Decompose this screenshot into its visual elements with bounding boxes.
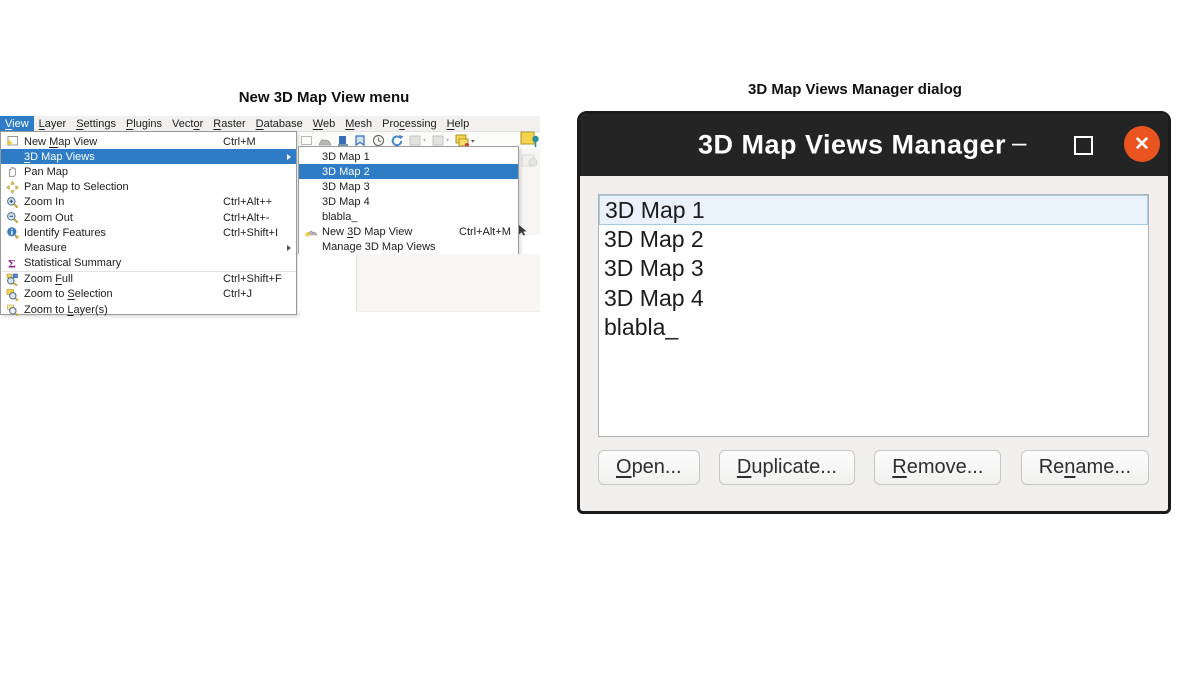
new-3d-map-toolbar-icon-disabled[interactable] <box>521 153 539 170</box>
menubar-item-settings[interactable]: Settings <box>71 116 121 131</box>
duplicate-button[interactable]: Duplicate... <box>719 450 855 485</box>
menu-item-zoom-out[interactable]: Zoom Out Ctrl+Alt+- <box>1 210 296 225</box>
svg-text:Σ: Σ <box>8 257 16 270</box>
dialog-titlebar[interactable]: 3D Map Views Manager – ✕ <box>580 114 1168 176</box>
maximize-button[interactable] <box>1074 136 1093 155</box>
3d-map-views-manager-dialog: 3D Map Views Manager – ✕ 3D Map 1 3D Map… <box>577 111 1171 514</box>
open-button[interactable]: Open... <box>598 450 700 485</box>
canvas-fragment <box>357 254 540 312</box>
blank-icon <box>4 150 21 163</box>
list-item-3d-map-4[interactable]: 3D Map 4 <box>599 284 1148 314</box>
zoom-in-icon <box>4 196 21 209</box>
blank-icon <box>302 195 319 208</box>
zoom-to-selection-icon <box>4 288 21 301</box>
menu-item-pan-map-to-selection[interactable]: Pan Map to Selection <box>1 180 296 195</box>
list-item-3d-map-1[interactable]: 3D Map 1 <box>599 195 1148 225</box>
list-item-3d-map-3[interactable]: 3D Map 3 <box>599 254 1148 284</box>
menu-item-zoom-to-layers[interactable]: Zoom to Layer(s) <box>1 302 296 317</box>
identify-features-icon <box>4 226 21 239</box>
menu-item-zoom-in[interactable]: Zoom In Ctrl+Alt++ <box>1 195 296 210</box>
menu-item-zoom-to-selection[interactable]: Zoom to Selection Ctrl+J <box>1 287 296 302</box>
menubar-item-raster[interactable]: Raster <box>208 116 250 131</box>
menu-item-3d-map-views[interactable]: 3D Map Views <box>1 149 296 164</box>
close-button[interactable]: ✕ <box>1124 126 1160 162</box>
mouse-cursor-icon <box>519 224 529 242</box>
menu-item-pan-map[interactable]: Pan Map <box>1 164 296 179</box>
3d-map-views-submenu: 3D Map 1 3D Map 2 3D Map 3 3D Map 4 blab… <box>298 146 519 256</box>
menubar-item-processing[interactable]: Processing <box>377 116 441 131</box>
submenu-item-3d-map-2[interactable]: 3D Map 2 <box>299 164 518 179</box>
new-map-view-icon <box>4 135 21 148</box>
menu-item-new-map-view[interactable]: New Map View Ctrl+M <box>1 134 296 149</box>
zoom-out-icon <box>4 211 21 224</box>
zoom-full-icon <box>4 273 21 286</box>
layer-pin-toolbar-icon[interactable] <box>520 130 540 149</box>
submenu-arrow-icon <box>287 245 291 251</box>
menu-screenshot-caption: New 3D Map View menu <box>24 89 624 106</box>
blank-icon <box>302 165 319 178</box>
sigma-icon: Σ <box>4 257 21 270</box>
submenu-item-3d-map-4[interactable]: 3D Map 4 <box>299 194 518 209</box>
list-item-3d-map-2[interactable]: 3D Map 2 <box>599 225 1148 255</box>
new-3d-map-view-icon <box>302 226 319 239</box>
dialog-title: 3D Map Views Manager <box>698 130 1006 161</box>
blank-icon <box>302 241 319 254</box>
menubar-item-vector[interactable]: Vector <box>167 116 208 131</box>
submenu-item-new-3d-map-view[interactable]: New 3D Map View Ctrl+Alt+M <box>299 224 518 239</box>
menu-item-measure[interactable]: Measure <box>1 240 296 255</box>
dialog-button-row: Open... Duplicate... Remove... Rename... <box>598 450 1149 485</box>
blank-icon <box>4 241 21 254</box>
pan-to-selection-icon <box>4 181 21 194</box>
minimize-button[interactable]: – <box>1012 114 1026 176</box>
map-views-list[interactable]: 3D Map 1 3D Map 2 3D Map 3 3D Map 4 blab… <box>598 194 1149 437</box>
blank-icon <box>302 180 319 193</box>
zoom-to-layer-icon <box>4 303 21 316</box>
blank-icon <box>302 150 319 163</box>
menubar-item-plugins[interactable]: Plugins <box>121 116 167 131</box>
dialog-screenshot-caption: 3D Map Views Manager dialog <box>555 81 1155 98</box>
menubar-item-view[interactable]: View <box>0 116 34 131</box>
menubar-item-help[interactable]: Help <box>442 116 475 131</box>
menu-item-identify-features[interactable]: Identify Features Ctrl+Shift+I <box>1 225 296 240</box>
submenu-item-manage-3d-map-views[interactable]: Manage 3D Map Views <box>299 240 518 255</box>
view-dropdown-menu: New Map View Ctrl+M 3D Map Views Pan Map… <box>0 131 297 315</box>
list-item-blabla[interactable]: blabla_ <box>599 313 1148 343</box>
close-icon: ✕ <box>1134 133 1150 156</box>
submenu-item-3d-map-1[interactable]: 3D Map 1 <box>299 149 518 164</box>
dialog-body: 3D Map 1 3D Map 2 3D Map 3 3D Map 4 blab… <box>580 176 1168 485</box>
menu-item-zoom-full[interactable]: Zoom Full Ctrl+Shift+F <box>1 271 296 287</box>
menubar-item-mesh[interactable]: Mesh <box>340 116 377 131</box>
rename-button[interactable]: Rename... <box>1021 450 1149 485</box>
menu-item-statistical-summary[interactable]: Σ Statistical Summary <box>1 256 296 271</box>
submenu-item-3d-map-3[interactable]: 3D Map 3 <box>299 179 518 194</box>
remove-button[interactable]: Remove... <box>874 450 1001 485</box>
submenu-item-blabla[interactable]: blabla_ <box>299 209 518 224</box>
menubar-item-layer[interactable]: Layer <box>34 116 72 131</box>
submenu-arrow-icon <box>287 154 291 160</box>
menubar-item-database[interactable]: Database <box>251 116 308 131</box>
pan-map-icon <box>4 165 21 178</box>
menubar-item-web[interactable]: Web <box>308 116 340 131</box>
canvas-fragment <box>298 254 357 311</box>
blank-icon <box>302 210 319 223</box>
qgis-menubar: View Layer Settings Plugins Vector Raste… <box>0 116 540 132</box>
